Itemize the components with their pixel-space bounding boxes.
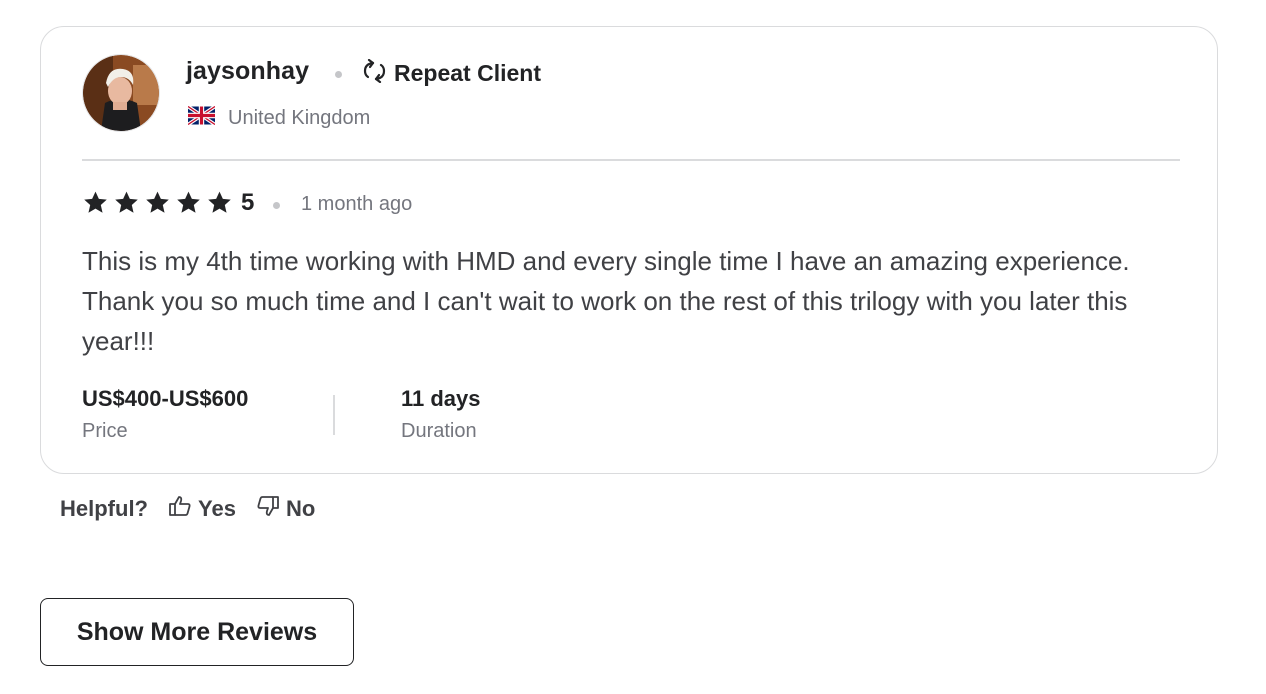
thumbs-up-icon bbox=[168, 494, 192, 524]
star-icon bbox=[208, 191, 231, 213]
separator-dot bbox=[273, 202, 280, 209]
review-text: This is my 4th time working with HMD and… bbox=[82, 246, 1130, 356]
price-label: Price bbox=[82, 420, 128, 442]
country-name: United Kingdom bbox=[228, 106, 371, 129]
rating-value: 5 bbox=[241, 189, 255, 216]
price-block: US$400-US$600 Price bbox=[82, 384, 248, 448]
avatar[interactable] bbox=[82, 54, 160, 132]
reviewer-country: United Kingdom bbox=[187, 105, 371, 130]
duration-label: Duration bbox=[401, 420, 477, 442]
thumbs-down-icon bbox=[256, 494, 280, 524]
uk-flag-icon bbox=[187, 105, 216, 130]
helpful-yes-label: Yes bbox=[198, 496, 236, 521]
repeat-client-label: Repeat Client bbox=[394, 60, 541, 86]
duration-block: 11 days Duration bbox=[401, 384, 481, 448]
helpful-question: Helpful? bbox=[60, 496, 148, 521]
star-icon bbox=[115, 191, 138, 213]
stars-row bbox=[82, 190, 233, 216]
separator-dot bbox=[335, 71, 342, 78]
star-rating: 5 bbox=[82, 189, 254, 217]
header-divider bbox=[82, 159, 1180, 161]
helpful-section: Helpful? Yes No bbox=[60, 494, 315, 524]
star-icon bbox=[84, 191, 107, 213]
repeat-icon bbox=[361, 58, 388, 88]
helpful-yes-button[interactable]: Yes bbox=[168, 494, 236, 524]
show-more-reviews-button[interactable]: Show More Reviews bbox=[40, 598, 354, 666]
reviewer-username[interactable]: jaysonhay bbox=[186, 57, 309, 86]
helpful-no-label: No bbox=[285, 496, 316, 521]
duration-value: 11 days bbox=[401, 386, 481, 411]
meta-divider bbox=[333, 395, 335, 435]
star-icon bbox=[177, 191, 200, 213]
helpful-no-button[interactable]: No bbox=[256, 494, 315, 524]
review-card: jaysonhay Repeat Client United Kingdom 5… bbox=[40, 26, 1218, 474]
price-value: US$400-US$600 bbox=[82, 386, 249, 411]
review-time: 1 month ago bbox=[301, 193, 413, 215]
star-icon bbox=[146, 191, 169, 213]
repeat-client-badge: Repeat Client bbox=[361, 58, 541, 88]
